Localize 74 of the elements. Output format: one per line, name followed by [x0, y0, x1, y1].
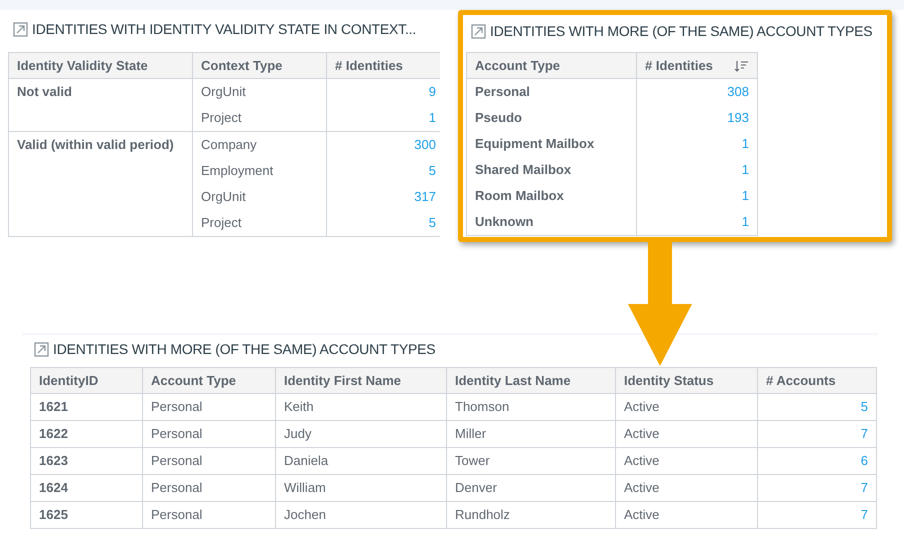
table-cell: Daniela — [276, 448, 446, 474]
table-cell: 1 — [636, 157, 758, 183]
table-cell: 7 — [758, 502, 876, 528]
table-cell: 317 — [326, 184, 440, 210]
expand-icon[interactable] — [471, 24, 486, 38]
table-cell: 1622 — [30, 420, 142, 448]
table-cell: 5 — [326, 210, 440, 236]
table-cell: Keith — [276, 394, 446, 420]
column-header: Identity Status — [616, 368, 758, 394]
sort-icon[interactable] — [734, 60, 749, 72]
table-cell: 1 — [636, 183, 758, 209]
table-cell: 1 — [636, 209, 758, 236]
column-header: # Identities — [326, 52, 440, 78]
table-cell: Shared Mailbox — [466, 157, 636, 183]
table-cell: Thomson — [446, 394, 616, 420]
column-header: IdentityID — [30, 368, 142, 394]
table-cell: Rundholz — [446, 502, 616, 528]
column-header: Account Type — [142, 368, 276, 394]
table-cell: 1625 — [30, 502, 142, 528]
table-cell: Judy — [276, 420, 446, 448]
column-header: Identity Validity State — [8, 52, 192, 78]
table-cell: Jochen — [276, 502, 446, 528]
table-cell: 1 — [326, 105, 440, 132]
table-cell: 7 — [758, 474, 876, 502]
table-cell: Unknown — [466, 209, 636, 236]
panel-title: IDENTITIES WITH IDENTITY VALIDITY STATE IN CONTEXT... — [32, 20, 416, 38]
table-cell: Denver — [446, 474, 616, 502]
column-header: Identity Last Name — [446, 368, 616, 394]
table-cell: OrgUnit — [192, 184, 326, 210]
table-cell: Active — [616, 474, 758, 502]
table-cell: Company — [192, 132, 326, 158]
table-cell: Active — [616, 448, 758, 474]
table-cell: Valid (within valid period) — [8, 132, 192, 236]
table-cell: Project — [192, 210, 326, 236]
table-cell: Personal — [142, 474, 276, 502]
table-cell: 193 — [636, 105, 758, 131]
table-cell: Personal — [142, 502, 276, 528]
expand-icon[interactable] — [34, 342, 49, 357]
table-cell: OrgUnit — [192, 78, 326, 105]
table-cell: Tower — [446, 448, 616, 474]
table-cell: Project — [192, 105, 326, 132]
table-cell: 6 — [758, 448, 876, 474]
table-cell: Personal — [142, 394, 276, 420]
column-header: Identity First Name — [276, 368, 446, 394]
table-cell: Active — [616, 502, 758, 528]
table-cell: Not valid — [8, 78, 192, 132]
table-cell: 5 — [326, 158, 440, 184]
table-cell: Active — [616, 420, 758, 448]
table-cell: 1621 — [30, 394, 142, 420]
column-header: Context Type — [192, 52, 326, 78]
table-cell: Equipment Mailbox — [466, 131, 636, 157]
table-cell: 1624 — [30, 474, 142, 502]
table-cell: 5 — [758, 394, 876, 420]
column-header: # Accounts — [758, 368, 876, 394]
table-cell: Personal — [466, 78, 636, 105]
table-cell: Personal — [142, 420, 276, 448]
table-cell: William — [276, 474, 446, 502]
table-cell: 1623 — [30, 448, 142, 474]
column-header: # Identities — [636, 52, 758, 78]
table-cell: 9 — [326, 78, 440, 105]
table-cell: 1 — [636, 131, 758, 157]
table-cell: 308 — [636, 78, 758, 105]
column-header: Account Type — [466, 52, 636, 78]
table-cell: Pseudo — [466, 105, 636, 131]
expand-icon[interactable] — [13, 22, 28, 36]
table-cell: 7 — [758, 420, 876, 448]
panel-title: IDENTITIES WITH MORE (OF THE SAME) ACCOUNT TYPES — [53, 340, 436, 359]
panel-title: IDENTITIES WITH MORE (OF THE SAME) ACCOUNT TYPES — [490, 22, 872, 41]
table-cell: Personal — [142, 448, 276, 474]
table-cell: Miller — [446, 420, 616, 448]
table-cell: Employment — [192, 158, 326, 184]
table-cell: Active — [616, 394, 758, 420]
table-cell: 300 — [326, 132, 440, 158]
table-cell: Room Mailbox — [466, 183, 636, 209]
